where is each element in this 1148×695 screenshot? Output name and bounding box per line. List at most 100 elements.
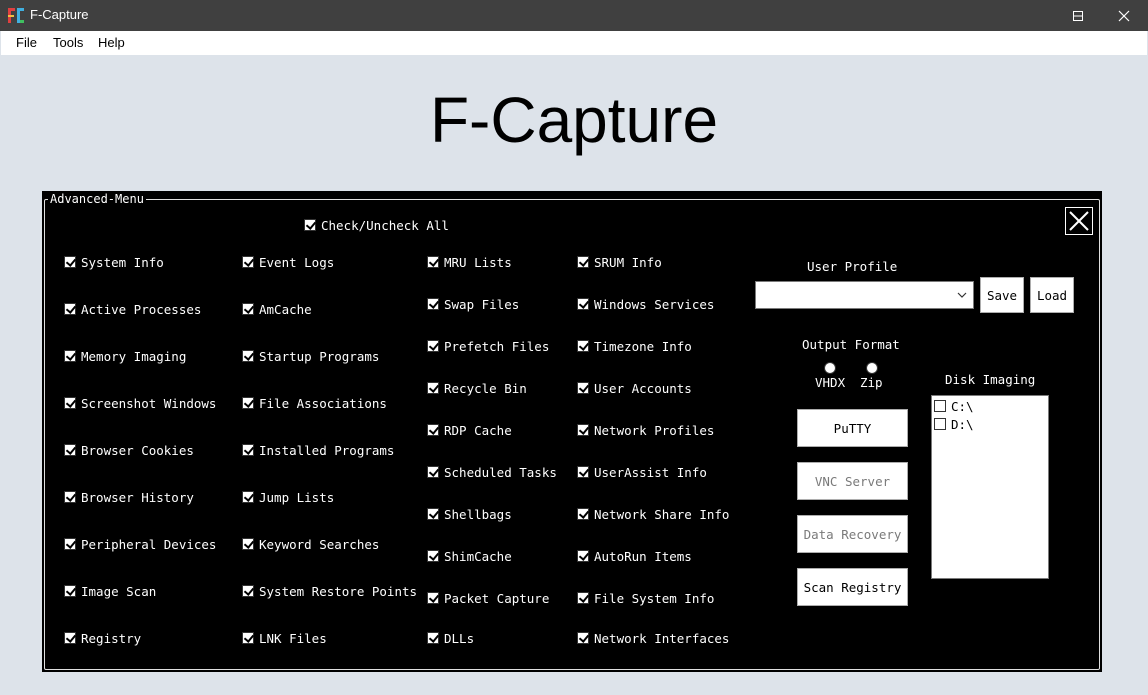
close-panel-button[interactable] xyxy=(1065,207,1093,235)
option-checkbox-mru-lists[interactable]: MRU Lists xyxy=(427,254,512,270)
checkbox-label: MRU Lists xyxy=(444,254,512,270)
checkbox-label: Network Profiles xyxy=(594,422,715,438)
menu-file[interactable]: File xyxy=(16,35,37,50)
checkbox-box xyxy=(64,303,76,315)
menu-help[interactable]: Help xyxy=(98,35,125,50)
checkbox-label: Active Processes xyxy=(81,301,202,317)
vnc-server-button[interactable]: VNC Server xyxy=(797,462,908,500)
option-checkbox-windows-services[interactable]: Windows Services xyxy=(577,296,714,312)
option-checkbox-network-share-info[interactable]: Network Share Info xyxy=(577,506,729,522)
checkbox-label: Windows Services xyxy=(594,296,715,312)
option-checkbox-lnk-files[interactable]: LNK Files xyxy=(242,630,327,646)
option-checkbox-network-interfaces[interactable]: Network Interfaces xyxy=(577,630,729,646)
option-checkbox-browser-cookies[interactable]: Browser Cookies xyxy=(64,442,194,458)
option-checkbox-shellbags[interactable]: Shellbags xyxy=(427,506,512,522)
option-checkbox-autorun-items[interactable]: AutoRun Items xyxy=(577,548,692,564)
option-checkbox-keyword-searches[interactable]: Keyword Searches xyxy=(242,536,379,552)
option-checkbox-shimcache[interactable]: ShimCache xyxy=(427,548,512,564)
checkbox-box xyxy=(427,508,439,520)
option-checkbox-browser-history[interactable]: Browser History xyxy=(64,489,194,505)
data-recovery-button[interactable]: Data Recovery xyxy=(797,515,908,553)
disk-imaging-list[interactable]: C:\ D:\ xyxy=(931,395,1049,579)
scan-registry-button[interactable]: Scan Registry xyxy=(797,568,908,606)
checkbox-label: User Accounts xyxy=(594,380,692,396)
save-profile-button[interactable]: Save xyxy=(980,277,1024,313)
option-checkbox-peripheral-devices[interactable]: Peripheral Devices xyxy=(64,536,216,552)
option-checkbox-network-profiles[interactable]: Network Profiles xyxy=(577,422,714,438)
close-window-button[interactable] xyxy=(1101,0,1147,31)
checkbox-box xyxy=(64,444,76,456)
checkbox-label: Timezone Info xyxy=(594,338,692,354)
checkbox-box xyxy=(242,256,254,268)
checkbox-label: RDP Cache xyxy=(444,422,512,438)
user-profile-select[interactable] xyxy=(755,281,974,309)
option-checkbox-active-processes[interactable]: Active Processes xyxy=(64,301,201,317)
disk-imaging-label: Disk Imaging xyxy=(945,372,1036,387)
option-checkbox-user-accounts[interactable]: User Accounts xyxy=(577,380,692,396)
checkbox-box xyxy=(242,632,254,644)
checkbox-label: File System Info xyxy=(594,590,715,606)
option-checkbox-event-logs[interactable]: Event Logs xyxy=(242,254,334,270)
checkbox-box xyxy=(242,303,254,315)
maximize-button[interactable] xyxy=(1055,0,1101,31)
drive-c-checkbox[interactable]: C:\ xyxy=(934,398,974,414)
checkbox-box xyxy=(427,382,439,394)
group-legend: Advanced-Menu xyxy=(48,191,146,207)
option-checkbox-system-info[interactable]: System Info xyxy=(64,254,164,270)
checkbox-label: System Info xyxy=(81,254,164,270)
option-checkbox-rdp-cache[interactable]: RDP Cache xyxy=(427,422,512,438)
checkbox-box xyxy=(64,256,76,268)
radio-vhdx[interactable] xyxy=(824,362,836,374)
checkbox-label: Image Scan xyxy=(81,583,157,599)
check-all-checkbox[interactable]: Check/Uncheck All xyxy=(304,217,449,233)
checkbox-box xyxy=(304,219,316,231)
checkbox-box xyxy=(64,397,76,409)
option-checkbox-screenshot-windows[interactable]: Screenshot Windows xyxy=(64,395,216,411)
option-checkbox-packet-capture[interactable]: Packet Capture xyxy=(427,590,549,606)
option-checkbox-file-associations[interactable]: File Associations xyxy=(242,395,387,411)
option-checkbox-userassist-info[interactable]: UserAssist Info xyxy=(577,464,707,480)
option-checkbox-scheduled-tasks[interactable]: Scheduled Tasks xyxy=(427,464,557,480)
window-title: F-Capture xyxy=(30,7,89,22)
option-checkbox-system-restore-points[interactable]: System Restore Points xyxy=(242,583,417,599)
option-checkbox-memory-imaging[interactable]: Memory Imaging xyxy=(64,348,186,364)
checkbox-box xyxy=(427,632,439,644)
checkbox-label: Browser History xyxy=(81,489,194,505)
chevron-down-icon xyxy=(957,292,967,298)
checkbox-label: LNK Files xyxy=(259,630,327,646)
close-icon xyxy=(1118,10,1130,22)
advanced-menu-panel: Advanced-Menu Check/Uncheck All System I… xyxy=(42,191,1102,672)
checkbox-box xyxy=(64,491,76,503)
option-checkbox-timezone-info[interactable]: Timezone Info xyxy=(577,338,692,354)
checkbox-label: AutoRun Items xyxy=(594,548,692,564)
option-checkbox-swap-files[interactable]: Swap Files xyxy=(427,296,519,312)
putty-button[interactable]: PuTTY xyxy=(797,409,908,447)
option-checkbox-prefetch-files[interactable]: Prefetch Files xyxy=(427,338,549,354)
checkbox-box xyxy=(242,350,254,362)
checkbox-box xyxy=(577,382,589,394)
option-checkbox-recycle-bin[interactable]: Recycle Bin xyxy=(427,380,527,396)
option-checkbox-srum-info[interactable]: SRUM Info xyxy=(577,254,662,270)
radio-zip-label: Zip xyxy=(860,375,883,390)
title-bar: F-Capture xyxy=(0,0,1148,31)
option-checkbox-startup-programs[interactable]: Startup Programs xyxy=(242,348,379,364)
checkbox-label: Memory Imaging xyxy=(81,348,187,364)
option-checkbox-image-scan[interactable]: Image Scan xyxy=(64,583,156,599)
radio-zip[interactable] xyxy=(866,362,878,374)
checkbox-label: Check/Uncheck All xyxy=(321,217,449,233)
checkbox-box xyxy=(64,350,76,362)
option-checkbox-dlls[interactable]: DLLs xyxy=(427,630,474,646)
checkbox-box xyxy=(577,550,589,562)
drive-d-checkbox[interactable]: D:\ xyxy=(934,416,974,432)
checkbox-label: System Restore Points xyxy=(259,583,418,599)
option-checkbox-file-system-info[interactable]: File System Info xyxy=(577,590,714,606)
option-checkbox-amcache[interactable]: AmCache xyxy=(242,301,312,317)
option-checkbox-jump-lists[interactable]: Jump Lists xyxy=(242,489,334,505)
close-icon xyxy=(1069,211,1089,231)
checkbox-box xyxy=(427,466,439,478)
option-checkbox-registry[interactable]: Registry xyxy=(64,630,141,646)
checkbox-box xyxy=(427,424,439,436)
load-profile-button[interactable]: Load xyxy=(1030,277,1074,313)
option-checkbox-installed-programs[interactable]: Installed Programs xyxy=(242,442,394,458)
menu-tools[interactable]: Tools xyxy=(53,35,83,50)
